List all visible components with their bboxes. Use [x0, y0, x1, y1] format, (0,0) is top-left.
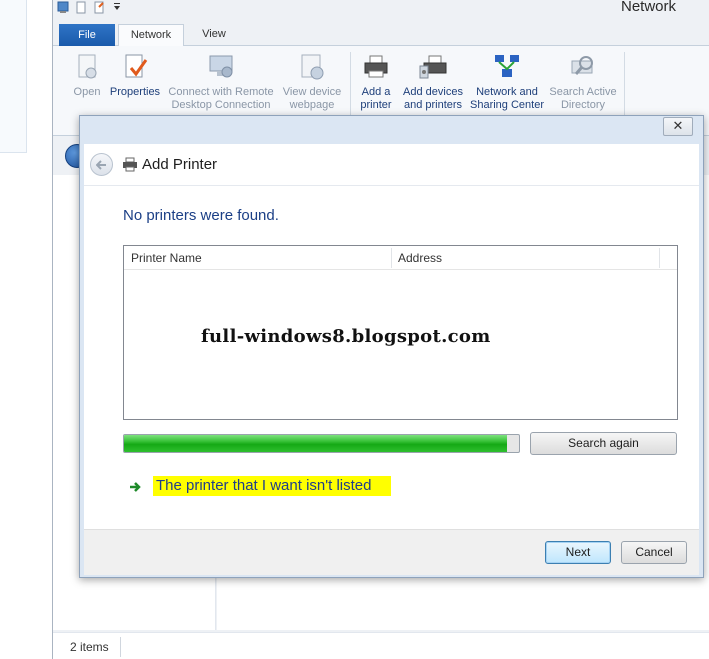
close-icon: ✕ [672, 118, 684, 133]
open-icon [72, 52, 102, 82]
window-title: Network [620, 0, 676, 15]
dialog-title: Add Printer [142, 156, 218, 173]
properties-button[interactable]: Properties [107, 52, 163, 99]
new-folder-qat-icon[interactable] [93, 1, 105, 14]
dialog-body: No printers were found. Printer Name Add… [84, 186, 699, 529]
dialog-back-button[interactable] [90, 153, 113, 176]
open-button[interactable]: Open [67, 52, 107, 99]
next-button[interactable]: Next [545, 541, 611, 564]
explorer-app-icon [57, 1, 69, 14]
ribbon-tab-strip: File Network View [53, 22, 709, 47]
open-label: Open [73, 86, 101, 98]
qat-dropdown-icon[interactable] [111, 1, 123, 14]
view-device-label-2: webpage [289, 99, 335, 111]
column-separator [659, 248, 660, 268]
view-device-webpage-icon [297, 52, 327, 82]
network-sharing-center-button[interactable]: Network and Sharing Center [467, 52, 547, 112]
status-separator [120, 637, 121, 657]
add-printer-dialog: ✕ Add Printer No printers were found. Pr… [79, 115, 704, 578]
add-printer-label-1: Add a [361, 86, 391, 98]
column-printer-name[interactable]: Printer Name [124, 246, 391, 270]
add-printer-label-2: printer [360, 99, 392, 111]
remote-desktop-icon [206, 52, 236, 82]
tab-network[interactable]: Network [118, 24, 184, 47]
status-bar: 2 items [53, 632, 709, 659]
dialog-footer: Next Cancel [84, 529, 699, 575]
printer-list[interactable]: Printer Name Address full-windows8.blogs… [123, 245, 678, 420]
progress-fill [124, 435, 508, 452]
add-devices-label-2: and printers [403, 99, 463, 111]
search-active-directory-button[interactable]: Search Active Directory [547, 52, 619, 112]
list-header: Printer Name Address [124, 246, 677, 270]
view-device-label-1: View device [282, 86, 342, 98]
title-bar: Network [53, 0, 709, 22]
search-ad-label-1: Search Active [549, 86, 617, 98]
search-ad-label-2: Directory [560, 99, 605, 111]
remote-desktop-button[interactable]: Connect with Remote Desktop Connection [163, 52, 279, 112]
search-progress-bar [123, 434, 520, 453]
watermark-text: full-windows8.blogspot.com [201, 326, 491, 347]
network-sharing-label-1: Network and [476, 86, 538, 98]
background-window-edge [0, 0, 27, 153]
printer-icon [361, 52, 391, 82]
cancel-button[interactable]: Cancel [621, 541, 687, 564]
items-count: 2 items [70, 640, 109, 654]
green-arrow-icon [129, 480, 143, 494]
remote-desktop-label-2: Desktop Connection [171, 99, 271, 111]
search-directory-icon [568, 52, 598, 82]
tab-view[interactable]: View [191, 24, 237, 46]
properties-qat-icon[interactable] [75, 1, 87, 14]
column-address[interactable]: Address [391, 246, 659, 270]
remote-desktop-label-1: Connect with Remote [168, 86, 274, 98]
no-printers-message: No printers were found. [123, 207, 279, 224]
search-again-button[interactable]: Search again [530, 432, 677, 455]
close-button[interactable]: ✕ [663, 117, 693, 136]
printer-not-listed-link[interactable]: The printer that I want isn't listed [153, 476, 392, 496]
properties-icon [120, 52, 150, 82]
properties-label: Properties [109, 86, 161, 98]
add-devices-label-1: Add devices [403, 86, 463, 98]
network-sharing-icon [492, 52, 522, 82]
dialog-header: Add Printer [84, 144, 699, 186]
add-printer-button[interactable]: Add a printer [353, 52, 399, 112]
desktop-background [0, 0, 52, 659]
add-devices-printers-button[interactable]: Add devices and printers [399, 52, 467, 112]
view-device-webpage-button[interactable]: View device webpage [279, 52, 345, 112]
back-arrow-icon [95, 160, 106, 170]
quick-access-toolbar [57, 0, 123, 14]
devices-printers-icon [418, 52, 448, 82]
network-sharing-label-2: Sharing Center [470, 99, 544, 111]
printer-icon [122, 157, 138, 172]
tab-file[interactable]: File [59, 24, 115, 46]
